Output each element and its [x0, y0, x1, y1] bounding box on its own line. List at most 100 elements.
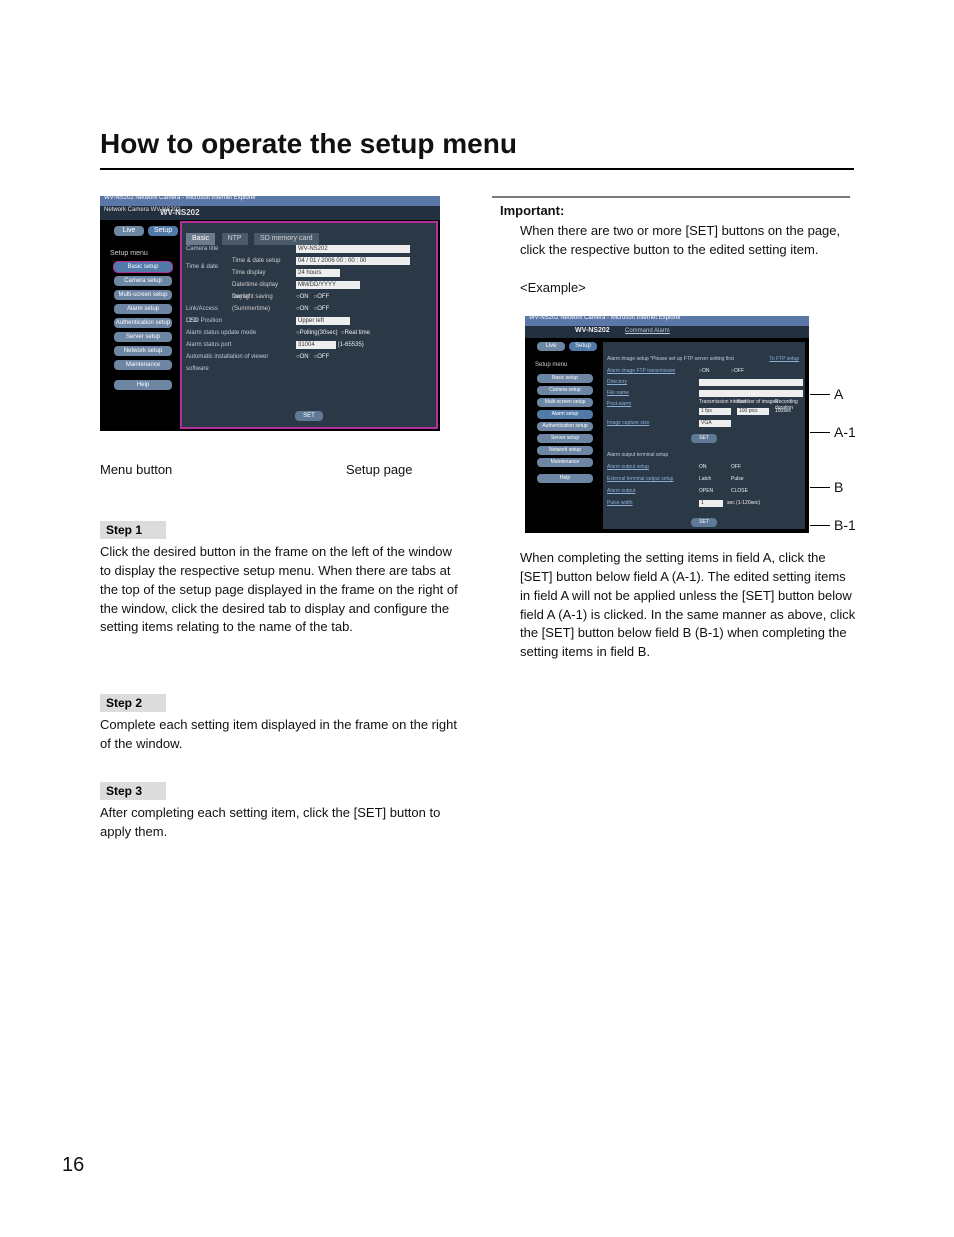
- menu-basic-setup[interactable]: Basic setup: [537, 374, 593, 383]
- alarm-status-port-hint: (1-65535): [338, 342, 364, 348]
- auto-install-label: Automatic installation of viewer softwar…: [186, 351, 286, 375]
- fieldB-open[interactable]: OPEN: [699, 488, 713, 494]
- form: Camera title WV-NS202 Time & date Time &…: [186, 243, 432, 363]
- fieldA-ftp-link[interactable]: To FTP setup: [769, 356, 799, 362]
- auto-install-on[interactable]: ○ON: [296, 354, 309, 360]
- marker-b1: B-1: [834, 517, 856, 533]
- fieldB-pulsewidth-hint: sec (1-120sec): [727, 500, 760, 506]
- camera-tag: WV-NS202: [160, 208, 200, 217]
- fieldA-directory-input[interactable]: [699, 379, 803, 386]
- alarm-status-mode-label: Alarm status update mode: [186, 327, 286, 339]
- set-button-a[interactable]: SET: [691, 434, 717, 443]
- alarm-status-port-input[interactable]: 31004: [296, 341, 336, 349]
- setup-button[interactable]: Setup: [569, 342, 597, 351]
- alarm-status-polling[interactable]: ○Polling(30sec): [296, 330, 338, 336]
- setup-button[interactable]: Setup: [148, 226, 178, 236]
- fieldA-filename-label: File name: [607, 390, 629, 396]
- fieldA-ftp-transmission-label: Alarm image FTP transmission: [607, 368, 675, 374]
- fieldB-latch[interactable]: Latch: [699, 476, 711, 482]
- important-label: Important:: [500, 203, 564, 218]
- osd-position-select[interactable]: Upper left: [296, 317, 350, 325]
- marker-b: B: [834, 479, 843, 495]
- fieldA-h2: Number of images: [737, 399, 778, 405]
- command-alarm[interactable]: Command Alarm: [625, 328, 670, 334]
- menu-server-setup[interactable]: Server setup: [114, 332, 172, 342]
- step1-body: Click the desired button in the frame on…: [100, 543, 458, 637]
- marker-lead-b: [810, 487, 830, 488]
- menu-server-setup[interactable]: Server setup: [537, 434, 593, 443]
- marker-lead-b1: [810, 525, 830, 526]
- screenshot-1: WV-NS202 Network Camera - Microsoft Inte…: [100, 196, 440, 431]
- menu-network-setup[interactable]: Network setup: [114, 346, 172, 356]
- camera-title-label: Camera title: [186, 243, 228, 255]
- window-titlebar: WV-NS202 Network Camera - Microsoft Inte…: [100, 196, 440, 206]
- link-led-on[interactable]: ○ON: [296, 306, 309, 312]
- auto-install-off[interactable]: ○OFF: [314, 354, 330, 360]
- page-number: 16: [62, 1154, 84, 1177]
- step2-body: Complete each setting item displayed in …: [100, 716, 458, 754]
- screenshot-2: WV-NS202 Network Camera - Microsoft Inte…: [525, 316, 809, 533]
- screenshot1-label-menu: Menu button: [100, 462, 172, 477]
- fieldB-alarm-output-label: Alarm output: [607, 488, 635, 494]
- fieldA-numimages-select[interactable]: 100 pics: [737, 408, 769, 415]
- camera-title-input[interactable]: WV-NS202: [296, 245, 410, 253]
- fieldB-header: Alarm output terminal setup: [607, 452, 668, 458]
- page-title: How to operate the setup menu: [100, 128, 517, 160]
- window-titlebar: WV-NS202 Network Camera - Microsoft Inte…: [525, 316, 809, 326]
- example-label: <Example>: [520, 280, 586, 295]
- fieldA-header: Alarm image setup *Please set up FTP ser…: [607, 356, 734, 362]
- tabs: Basic NTP SD memory card: [186, 227, 432, 239]
- daylight-saving-on[interactable]: ○ON: [296, 294, 309, 300]
- fieldB-off[interactable]: OFF: [731, 464, 741, 470]
- menu-help[interactable]: Help: [537, 474, 593, 483]
- menu-maintenance[interactable]: Maintenance: [537, 458, 593, 467]
- step1-heading: Step 1: [100, 521, 166, 539]
- app-header: WV-NS202 Command Alarm: [525, 326, 809, 338]
- step3-heading: Step 3: [100, 782, 166, 800]
- daylight-saving-off[interactable]: ○OFF: [314, 294, 330, 300]
- alarm-status-realtime[interactable]: ○Real time: [341, 330, 370, 336]
- window-title: WV-NS202 Network Camera - Microsoft Inte…: [529, 315, 681, 321]
- time-date-setup-input[interactable]: 04 / 01 / 2006 00 : 00 : 00: [296, 257, 410, 265]
- fieldB-pulsewidth-label: Pulse width: [607, 500, 633, 506]
- menu-authentication-setup[interactable]: Authentication setup: [537, 422, 593, 431]
- fieldA-ftp-on[interactable]: ○ON: [699, 368, 710, 374]
- menu-alarm-setup[interactable]: Alarm setup: [537, 410, 593, 419]
- live-button[interactable]: Live: [537, 342, 565, 351]
- date-format-select[interactable]: MM/DD/YYYY: [296, 281, 360, 289]
- fieldB-pulsewidth-input[interactable]: 1: [699, 500, 723, 507]
- fieldA-postalarm-label: Post-alarm: [607, 401, 631, 407]
- window-title: WV-NS202 Network Camera - Microsoft Inte…: [104, 195, 256, 201]
- menu-camera-setup[interactable]: Camera setup: [114, 276, 172, 286]
- link-led-off[interactable]: ○OFF: [314, 306, 330, 312]
- menu-camera-setup[interactable]: Camera setup: [537, 386, 593, 395]
- fieldB-on[interactable]: ON: [699, 464, 707, 470]
- marker-lead-a1: [810, 432, 830, 433]
- important-body: When there are two or more [SET] buttons…: [520, 222, 850, 260]
- fieldB-close[interactable]: CLOSE: [731, 488, 748, 494]
- fieldA-interval-select[interactable]: 1 fps: [699, 408, 731, 415]
- right-body-text: When completing the setting items in fie…: [520, 549, 856, 662]
- setup-page-panel: Alarm image setup *Please set up FTP ser…: [603, 342, 805, 529]
- menu-maintenance[interactable]: Maintenance: [114, 360, 172, 370]
- time-display-select[interactable]: 24 hours: [296, 269, 340, 277]
- fieldA-filename-input[interactable]: [699, 390, 803, 397]
- menu-help[interactable]: Help: [114, 380, 172, 390]
- fieldA-ftp-off[interactable]: ○OFF: [731, 368, 744, 374]
- menu-multiscreen-setup[interactable]: Multi-screen setup: [537, 398, 593, 407]
- live-button[interactable]: Live: [114, 226, 144, 236]
- menu-authentication-setup[interactable]: Authentication setup: [114, 318, 172, 328]
- menu-network-setup[interactable]: Network setup: [537, 446, 593, 455]
- important-rule: [492, 196, 850, 198]
- menu-multiscreen-setup[interactable]: Multi-screen setup: [114, 290, 172, 300]
- menu-alarm-setup[interactable]: Alarm setup: [114, 304, 172, 314]
- menu-basic-setup[interactable]: Basic setup: [114, 262, 172, 272]
- set-button-b[interactable]: SET: [691, 518, 717, 527]
- alarm-status-port-label: Alarm status port: [186, 339, 286, 351]
- set-button[interactable]: SET: [295, 411, 323, 421]
- fieldB-pulse[interactable]: Pulse: [731, 476, 744, 482]
- fieldA-directory-label: Directory: [607, 379, 627, 385]
- fieldA-capturesize-select[interactable]: VGA: [699, 420, 731, 427]
- time-date-setup-label: Time & date setup: [232, 255, 292, 267]
- step3-body: After completing each setting item, clic…: [100, 804, 458, 842]
